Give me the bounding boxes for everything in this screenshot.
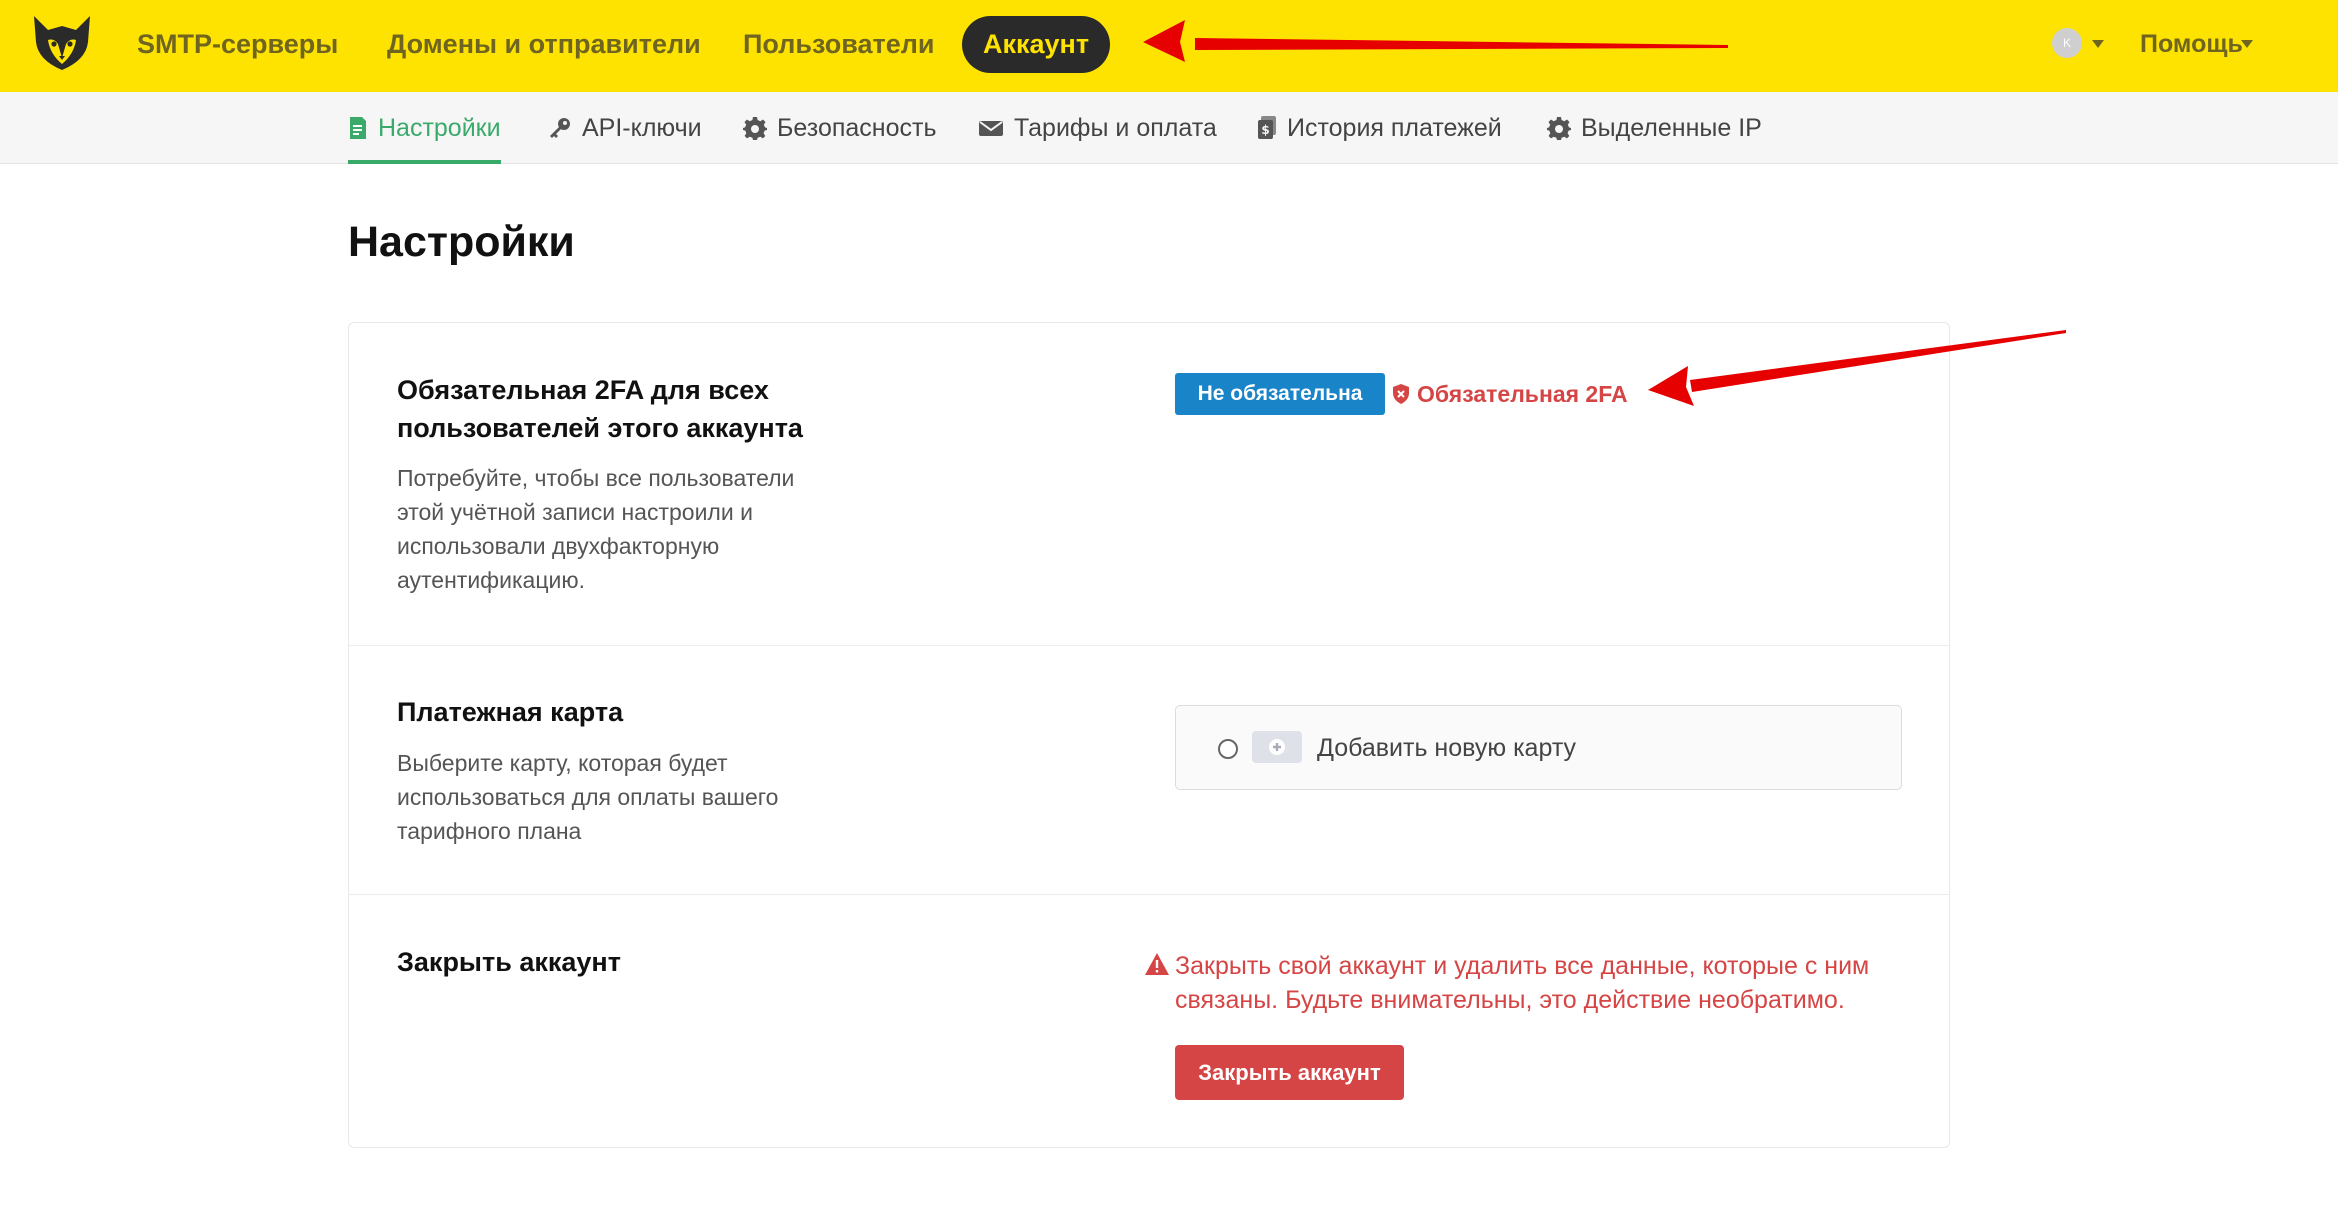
gear-icon bbox=[743, 117, 767, 140]
twofa-not-required-button[interactable]: Не обязательна bbox=[1175, 373, 1385, 415]
add-card-label: Добавить новую карту bbox=[1317, 734, 1577, 762]
payment-description: Выберите карту, которая будет использова… bbox=[397, 750, 779, 844]
shield-x-icon bbox=[1393, 384, 1409, 404]
tab-tariffs-billing[interactable]: Тарифы и оплата bbox=[978, 92, 1217, 164]
credit-card-plus-icon bbox=[1252, 731, 1302, 763]
nav-smtp-servers[interactable]: SMTP-серверы bbox=[137, 0, 338, 92]
tab-dedicated-ip[interactable]: Выделенные IP bbox=[1547, 92, 1762, 164]
warning-triangle-icon bbox=[1145, 953, 1169, 975]
page-title: Настройки bbox=[348, 218, 575, 266]
envelope-money-icon bbox=[979, 121, 1003, 136]
tab-label: Безопасность bbox=[777, 113, 937, 142]
receipt-dollar-icon: $ bbox=[1258, 116, 1276, 139]
row-divider bbox=[349, 645, 1949, 646]
require-2fa-link[interactable]: Обязательная 2FA bbox=[1393, 373, 1628, 415]
payment-title: Платежная карта bbox=[397, 697, 624, 727]
nav-domains-senders[interactable]: Домены и отправители bbox=[387, 0, 701, 92]
gear-icon bbox=[1547, 117, 1571, 140]
svg-text:$: $ bbox=[1261, 123, 1269, 137]
help-menu[interactable]: Помощь bbox=[2140, 0, 2243, 92]
twofa-title: Обязательная 2FA для всех пользователей … bbox=[397, 375, 803, 443]
add-card-option[interactable]: Добавить новую карту bbox=[1175, 705, 1902, 790]
account-subnav: Настройки API-ключи Безопасность Тарифы … bbox=[0, 92, 2338, 164]
close-account-title: Закрыть аккаунт bbox=[397, 947, 621, 977]
avatar[interactable]: K bbox=[2052, 28, 2082, 58]
add-card-radio[interactable] bbox=[1218, 739, 1238, 759]
settings-card: Обязательная 2FA для всех пользователей … bbox=[348, 322, 1950, 1148]
close-account-warning-text: Закрыть свой аккаунт и удалить все данны… bbox=[1175, 952, 1870, 1014]
tab-label: Настройки bbox=[378, 113, 501, 142]
help-chevron-down-icon[interactable] bbox=[2241, 40, 2253, 48]
twofa-description: Потребуйте, чтобы все пользователи этой … bbox=[397, 465, 795, 593]
tab-label: Выделенные IP bbox=[1581, 113, 1762, 142]
nav-users[interactable]: Пользователи bbox=[743, 0, 934, 92]
top-navbar: SMTP-серверы Домены и отправители Пользо… bbox=[0, 0, 2338, 92]
tab-label: API-ключи bbox=[582, 113, 702, 142]
close-account-button[interactable]: Закрыть аккаунт bbox=[1175, 1045, 1404, 1100]
husky-logo-icon[interactable] bbox=[30, 14, 94, 72]
tab-label: История платежей bbox=[1287, 113, 1502, 142]
settings-doc-icon bbox=[350, 117, 366, 139]
tab-label: Тарифы и оплата bbox=[1014, 113, 1217, 142]
tab-security[interactable]: Безопасность bbox=[743, 92, 936, 164]
require-2fa-label: Обязательная 2FA bbox=[1417, 380, 1628, 407]
tab-settings[interactable]: Настройки bbox=[348, 92, 501, 164]
key-icon bbox=[550, 118, 570, 138]
row-divider bbox=[349, 894, 1949, 895]
tab-api-keys[interactable]: API-ключи bbox=[548, 92, 702, 164]
avatar-chevron-down-icon[interactable] bbox=[2092, 40, 2104, 48]
nav-account[interactable]: Аккаунт bbox=[962, 16, 1110, 73]
tab-payment-history[interactable]: $ История платежей bbox=[1257, 92, 1502, 164]
